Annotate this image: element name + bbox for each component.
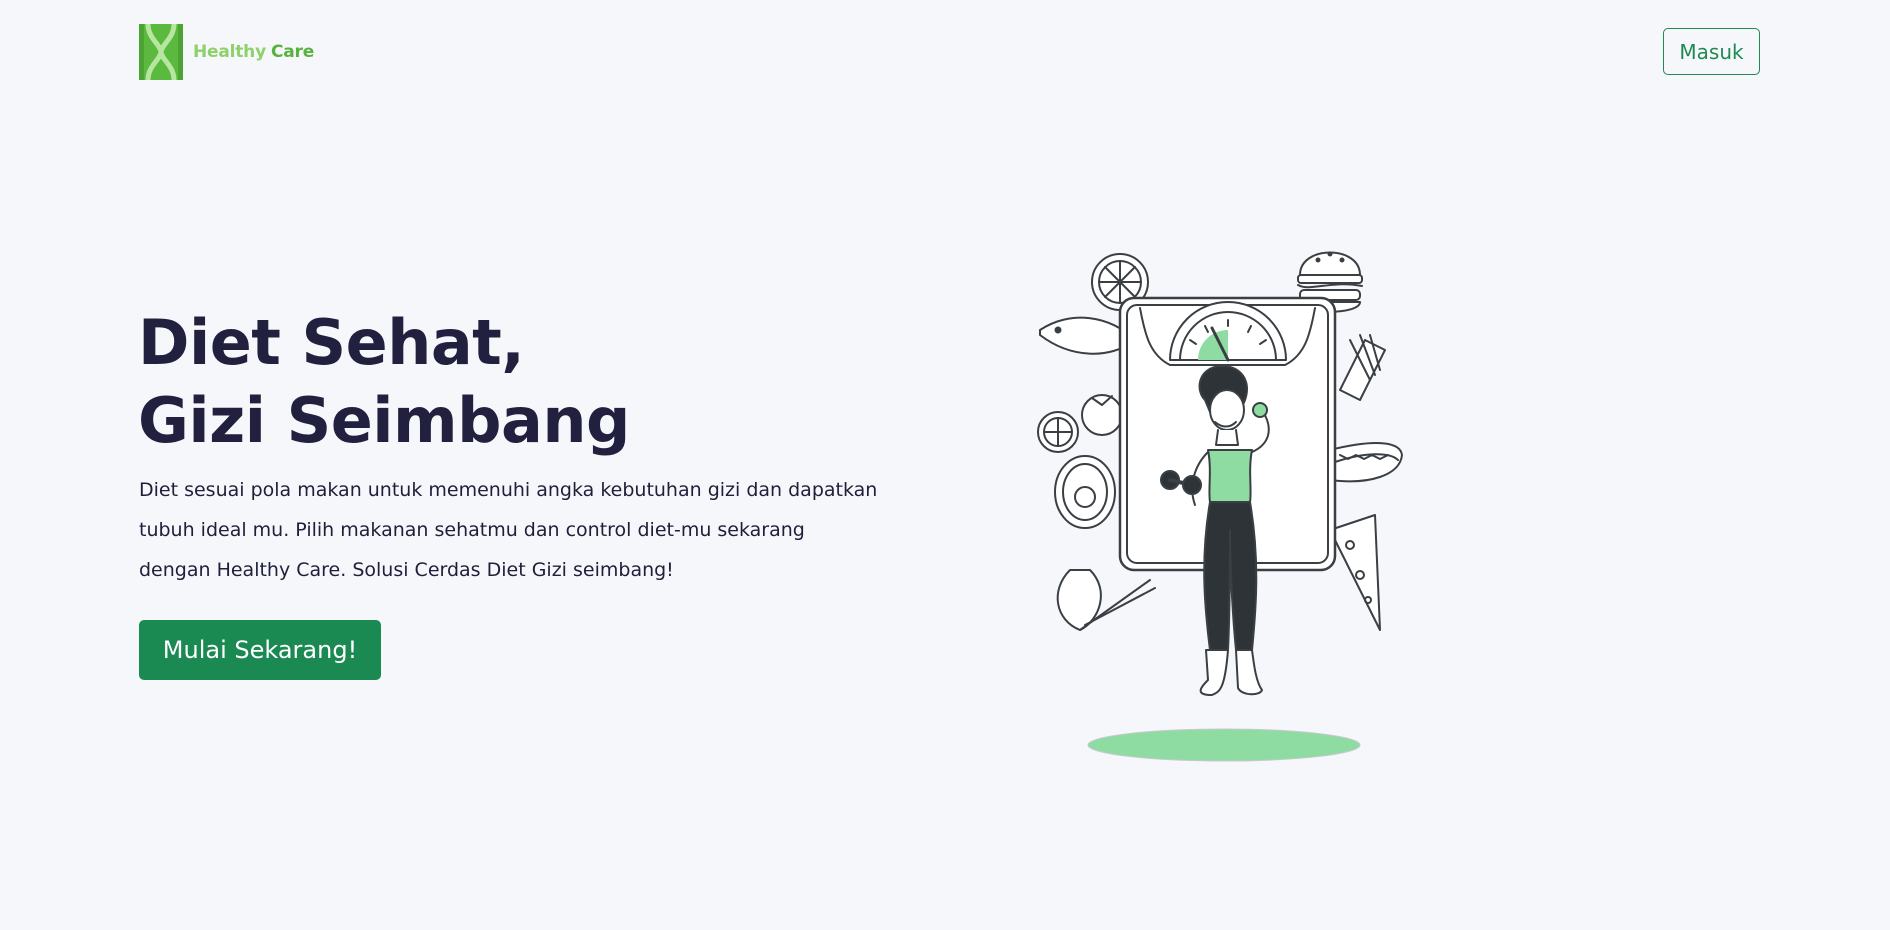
brand-logo[interactable]: Healthy Care	[139, 24, 314, 80]
hero-title-line2: Gizi Seimbang	[138, 384, 630, 457]
hero-title-line1: Diet Sehat,	[138, 306, 525, 379]
hero-description-line1: Diet sesuai pola makan untuk memenuhi an…	[139, 479, 878, 501]
login-button[interactable]: Masuk	[1663, 28, 1760, 75]
navbar: Healthy Care Masuk	[0, 0, 1890, 104]
hero-description: Diet sesuai pola makan untuk memenuhi an…	[139, 470, 959, 590]
brand-name-part1: Healthy	[193, 42, 266, 62]
healthy-care-logo-icon	[139, 24, 183, 80]
hero-description-line3: dengan Healthy Care. Solusi Cerdas Diet …	[139, 559, 674, 581]
brand-name: Healthy Care	[193, 42, 314, 62]
start-now-button[interactable]: Mulai Sekarang!	[139, 620, 381, 680]
woman-on-scale-with-food-illustration	[1037, 251, 1403, 762]
brand-name-part2: Care	[270, 42, 315, 62]
hero-title: Diet Sehat, Gizi Seimbang	[138, 304, 630, 460]
hero-description-line2: tubuh ideal mu. Pilih makanan sehatmu da…	[139, 519, 805, 541]
